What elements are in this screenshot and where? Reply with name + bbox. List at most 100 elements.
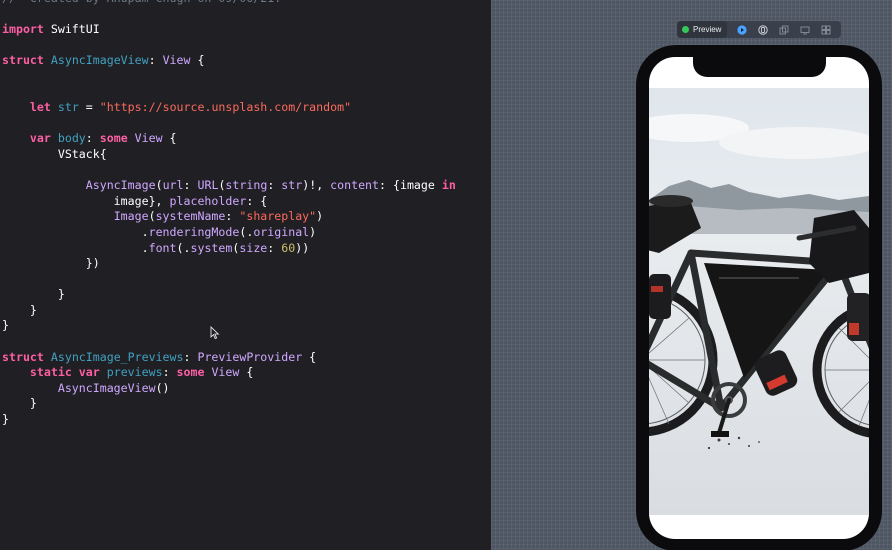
code-line[interactable]: static var previews: some View {	[2, 365, 456, 381]
preview-label: Preview	[693, 25, 722, 34]
live-status-icon	[682, 26, 689, 33]
inspect-icon[interactable]	[757, 24, 769, 36]
code-line[interactable]: }	[2, 287, 456, 303]
code-line[interactable]: }	[2, 396, 456, 412]
code-line[interactable]	[2, 7, 456, 23]
code-token: )	[309, 224, 317, 239]
code-token: AsyncImage_Previews	[50, 349, 184, 364]
code-line[interactable]: }	[2, 303, 456, 319]
code-token: original	[253, 224, 310, 239]
code-token: :	[162, 365, 177, 380]
code-token: placeholder	[169, 193, 247, 208]
code-token: import	[2, 22, 44, 37]
code-token: })	[2, 256, 100, 271]
code-token: var	[29, 131, 51, 146]
code-token: 60	[281, 240, 296, 255]
code-token: font	[148, 240, 177, 255]
play-icon[interactable]	[736, 24, 748, 36]
code-token: size	[239, 240, 268, 255]
code-token: {	[302, 349, 317, 364]
code-line[interactable]: let str = "https://source.unsplash.com/r…	[2, 100, 456, 116]
code-line[interactable]: .font(.system(size: 60))	[2, 241, 456, 257]
code-line[interactable]: VStack{	[2, 147, 456, 163]
device-screen	[649, 57, 869, 539]
code-token: some	[99, 131, 128, 146]
code-token: var	[78, 365, 100, 380]
code-token: str	[57, 100, 79, 115]
code-line[interactable]: AsyncImage(url: URL(string: str)!, conte…	[2, 178, 456, 194]
async-loaded-photo	[649, 88, 869, 515]
code-line[interactable]	[2, 163, 456, 179]
variants-icon[interactable]	[820, 24, 832, 36]
code-line[interactable]: }	[2, 412, 456, 428]
code-token: =	[78, 100, 100, 115]
code-line[interactable]	[2, 272, 456, 288]
code-token: in	[441, 178, 456, 193]
device-frame	[636, 45, 882, 550]
code-line[interactable]: var body: some View {	[2, 131, 456, 147]
code-token: struct	[2, 349, 44, 364]
code-token: :	[267, 178, 282, 193]
device-icon[interactable]	[799, 24, 811, 36]
code-token: {	[190, 53, 205, 68]
code-token: )	[316, 209, 324, 224]
code-line[interactable]	[2, 38, 456, 54]
code-token: )!,	[302, 178, 331, 193]
code-token: systemName	[155, 209, 226, 224]
code-token: PreviewProvider	[197, 349, 303, 364]
preview-pin-button[interactable]: Preview	[677, 21, 728, 38]
code-line[interactable]	[2, 69, 456, 85]
code-token: "shareplay"	[239, 209, 317, 224]
code-token: (.	[239, 224, 254, 239]
code-line[interactable]: })	[2, 256, 456, 272]
code-token: .	[2, 240, 149, 255]
code-token: :	[267, 240, 282, 255]
code-token: .	[2, 224, 149, 239]
code-token: let	[29, 100, 51, 115]
code-line[interactable]: struct AsyncImageView: View {	[2, 53, 456, 69]
code-token: body	[57, 131, 86, 146]
code-token: :	[183, 349, 198, 364]
code-token: string	[225, 178, 268, 193]
code-token: : {image	[379, 178, 442, 193]
code-line[interactable]	[2, 85, 456, 101]
code-token: URL	[197, 178, 219, 193]
code-token: }	[2, 412, 9, 427]
code-token: }	[2, 287, 65, 302]
code-line[interactable]: // Created by Anupam Chugh on 09/06/21.	[2, 0, 456, 7]
code-line[interactable]: struct AsyncImage_Previews: PreviewProvi…	[2, 350, 456, 366]
code-line[interactable]: image}, placeholder: {	[2, 194, 456, 210]
code-editor[interactable]: // Created by Anupam Chugh on 09/06/21. …	[0, 0, 491, 550]
code-line[interactable]: }	[2, 318, 456, 334]
code-token: :	[85, 131, 100, 146]
preview-toolbar: Preview	[677, 21, 841, 38]
code-line[interactable]: .renderingMode(.original)	[2, 225, 456, 241]
code-token: (	[155, 178, 163, 193]
code-token: system	[190, 240, 233, 255]
code-line[interactable]: AsyncImageView()	[2, 381, 456, 397]
code-token: }	[2, 302, 37, 317]
code-token: : {	[246, 193, 268, 208]
code-token: SwiftUI	[43, 22, 100, 37]
code-line[interactable]	[2, 116, 456, 132]
code-token: some	[176, 365, 205, 380]
code-line[interactable]	[2, 334, 456, 350]
source-code[interactable]: // Created by Anupam Chugh on 09/06/21. …	[2, 0, 456, 428]
code-token: (	[148, 209, 156, 224]
code-token: :	[183, 178, 198, 193]
duplicate-icon[interactable]	[778, 24, 790, 36]
code-token: Image	[113, 209, 149, 224]
code-token: content	[330, 178, 380, 193]
code-token: View	[211, 365, 240, 380]
code-line[interactable]: import SwiftUI	[2, 22, 456, 38]
code-token: AsyncImage	[85, 178, 156, 193]
code-line[interactable]: Image(systemName: "shareplay")	[2, 209, 456, 225]
